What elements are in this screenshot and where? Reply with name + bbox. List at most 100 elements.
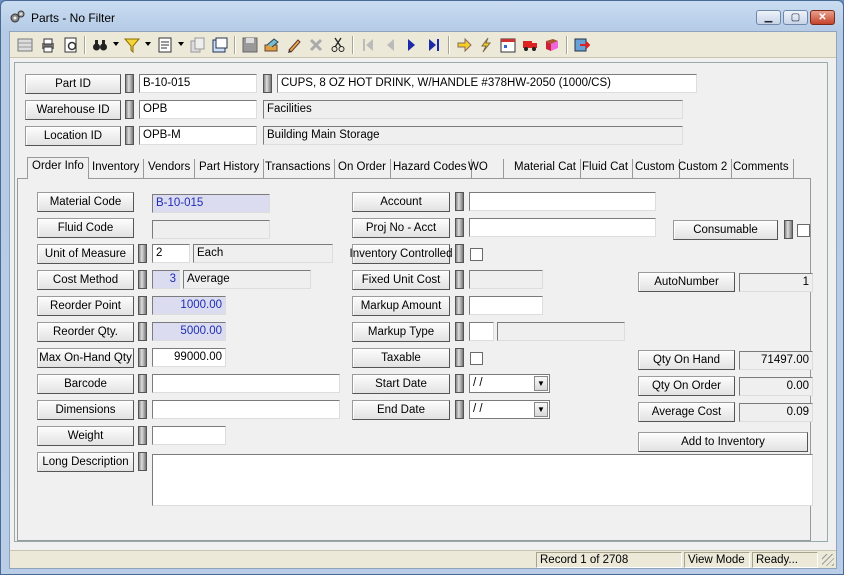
barcode-field[interactable]	[152, 374, 340, 393]
markup-type-desc	[497, 322, 625, 341]
first-record-icon[interactable]	[357, 35, 378, 55]
prev-record-icon[interactable]	[379, 35, 400, 55]
edit-icon[interactable]	[283, 35, 304, 55]
minimize-button[interactable]: ▁	[756, 10, 781, 25]
proj-no-acct-field[interactable]	[469, 218, 656, 237]
weight-button[interactable]: Weight	[37, 426, 134, 446]
average-cost-button[interactable]: Average Cost	[638, 402, 735, 422]
binoculars-dropdown-icon[interactable]	[113, 42, 119, 46]
filter-dropdown-icon[interactable]	[145, 42, 151, 46]
truck-icon[interactable]	[519, 35, 540, 55]
reorder-qty-field[interactable]: 5000.00	[152, 322, 226, 341]
fluid-code-button[interactable]: Fluid Code	[37, 218, 134, 238]
tab-on-order[interactable]: On Order	[334, 159, 391, 178]
warehouse-id-field[interactable]: OPB	[139, 100, 257, 119]
report-icon[interactable]	[154, 35, 175, 55]
proj-no-acct-button[interactable]: Proj No - Acct	[352, 218, 450, 238]
grid-icon[interactable]	[14, 35, 35, 55]
print-icon[interactable]	[37, 35, 58, 55]
markup-amount-button[interactable]: Markup Amount	[352, 296, 450, 316]
start-date-picker[interactable]: / / ▼	[469, 374, 550, 393]
markup-type-button[interactable]: Markup Type	[352, 322, 450, 342]
inventory-controlled-checkbox[interactable]	[470, 248, 483, 261]
tab-material-cat[interactable]: Material Cat	[510, 159, 581, 178]
reorder-point-field[interactable]: 1000.00	[152, 296, 226, 315]
delete-icon[interactable]	[305, 35, 326, 55]
maximize-button[interactable]: ▢	[783, 10, 808, 25]
consumable-button[interactable]: Consumable	[673, 220, 778, 240]
barcode-button[interactable]: Barcode	[37, 374, 134, 394]
cut-icon[interactable]	[327, 35, 348, 55]
fluid-code-field[interactable]	[152, 220, 270, 239]
max-onhand-qty-button[interactable]: Max On-Hand Qty	[37, 348, 134, 368]
book-icon[interactable]	[541, 35, 562, 55]
part-description-field[interactable]: CUPS, 8 OZ HOT DRINK, W/HANDLE #378HW-20…	[277, 74, 697, 93]
markup-amount-field[interactable]	[469, 296, 543, 315]
taxable-button[interactable]: Taxable	[352, 348, 450, 368]
location-id-field[interactable]: OPB-M	[139, 126, 257, 145]
unit-of-measure-code[interactable]: 2	[152, 244, 190, 263]
qty-on-hand-button[interactable]: Qty On Hand	[638, 350, 735, 370]
tab-custom[interactable]: Custom	[631, 159, 680, 178]
end-date-button[interactable]: End Date	[352, 400, 450, 420]
material-code-button[interactable]: Material Code	[37, 192, 134, 212]
warehouse-id-button[interactable]: Warehouse ID	[25, 100, 121, 120]
location-id-button[interactable]: Location ID	[25, 126, 121, 146]
cost-method-code[interactable]: 3	[152, 270, 180, 289]
post-icon[interactable]	[261, 35, 282, 55]
last-record-icon[interactable]	[423, 35, 444, 55]
tab-fluid-cat[interactable]: Fluid Cat	[578, 159, 634, 178]
tab-transactions[interactable]: Transactions	[261, 159, 336, 178]
exit-icon[interactable]	[571, 35, 592, 55]
start-date-button[interactable]: Start Date	[352, 374, 450, 394]
chevron-down-icon[interactable]: ▼	[534, 376, 548, 391]
chevron-down-icon[interactable]: ▼	[534, 402, 548, 417]
max-onhand-qty-field[interactable]: 99000.00	[152, 348, 226, 367]
reorder-point-button[interactable]: Reorder Point	[37, 296, 134, 316]
dimensions-field[interactable]	[152, 400, 340, 419]
unit-of-measure-button[interactable]: Unit of Measure	[37, 244, 134, 264]
new-window-icon[interactable]	[209, 35, 230, 55]
weight-field[interactable]	[152, 426, 226, 445]
long-description-button[interactable]: Long Description	[37, 452, 134, 472]
save-icon[interactable]	[239, 35, 260, 55]
filter-icon[interactable]	[121, 35, 142, 55]
reorder-qty-button[interactable]: Reorder Qty.	[37, 322, 134, 342]
add-to-inventory-button[interactable]: Add to Inventory	[638, 432, 808, 452]
resize-grip[interactable]	[822, 554, 834, 566]
long-description-field[interactable]	[152, 454, 813, 506]
tab-vendors[interactable]: Vendors	[144, 159, 196, 178]
account-button[interactable]: Account	[352, 192, 450, 212]
taxable-checkbox[interactable]	[470, 352, 483, 365]
print-preview-icon[interactable]	[60, 35, 81, 55]
tab-comments[interactable]: Comments	[729, 159, 794, 178]
dimensions-button[interactable]: Dimensions	[37, 400, 134, 420]
end-date-picker[interactable]: / / ▼	[469, 400, 550, 419]
inventory-controlled-button[interactable]: Inventory Controlled	[350, 244, 452, 264]
fixed-unit-cost-field[interactable]	[469, 270, 543, 289]
close-button[interactable]: ✕	[810, 10, 835, 25]
binoculars-icon[interactable]	[89, 35, 110, 55]
copy-icon[interactable]	[187, 35, 208, 55]
calendar-icon[interactable]	[497, 35, 518, 55]
tab-inventory[interactable]: Inventory	[88, 159, 145, 178]
autonumber-button[interactable]: AutoNumber	[638, 272, 735, 292]
markup-type-code[interactable]	[469, 322, 494, 341]
report-dropdown-icon[interactable]	[178, 42, 184, 46]
fixed-unit-cost-button[interactable]: Fixed Unit Cost	[352, 270, 450, 290]
cost-method-button[interactable]: Cost Method	[37, 270, 134, 290]
tab-custom-2[interactable]: Custom 2	[674, 159, 733, 178]
part-id-field[interactable]: B-10-015	[139, 74, 257, 93]
arrow-icon[interactable]	[453, 35, 474, 55]
part-id-button[interactable]: Part ID	[25, 74, 121, 94]
material-code-field[interactable]: B-10-015	[152, 194, 270, 213]
lightning-icon[interactable]	[475, 35, 496, 55]
consumable-checkbox[interactable]	[797, 224, 810, 237]
qty-on-order-button[interactable]: Qty On Order	[638, 376, 735, 396]
tab-hazard-codes[interactable]: Hazard Codes	[389, 159, 472, 178]
tab-order-info[interactable]: Order Info	[27, 157, 89, 179]
tab-part-history[interactable]: Part History	[195, 159, 265, 178]
tab-wo[interactable]: WO	[464, 159, 504, 178]
next-record-icon[interactable]	[401, 35, 422, 55]
account-field[interactable]	[469, 192, 656, 211]
